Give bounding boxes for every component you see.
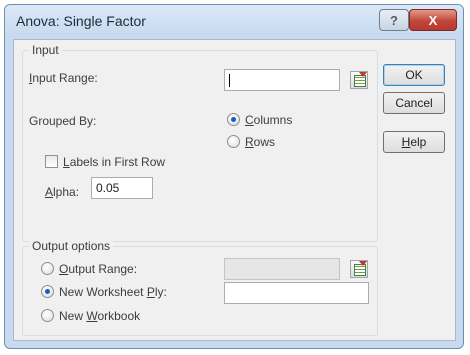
help-button[interactable]: Help [383,131,445,153]
alpha-field[interactable] [91,177,153,199]
ok-button[interactable]: OK [383,64,445,86]
anova-dialog: Anova: Single Factor ? X Input Input Ran… [4,4,464,349]
labels-first-row-checkbox[interactable] [45,155,58,168]
input-group-label: Input [29,43,62,57]
new-workbook-radio[interactable] [41,309,54,322]
output-range-selector-button[interactable] [350,260,368,278]
new-worksheet-ply-label[interactable]: New Worksheet Ply: [59,285,167,299]
new-workbook-label[interactable]: New Workbook [59,309,140,323]
cancel-button[interactable]: Cancel [383,92,445,114]
titlebar-help-button[interactable]: ? [379,9,409,31]
rows-label[interactable]: Rows [245,135,275,149]
input-range-selector-button[interactable] [350,71,368,89]
rows-radio[interactable] [227,135,240,148]
output-options-label: Output options [29,239,114,253]
alpha-label: Alpha: [45,185,80,199]
dialog-title: Anova: Single Factor [16,13,146,29]
columns-radio[interactable] [227,113,240,126]
title-bar[interactable]: Anova: Single Factor ? X [5,5,463,37]
output-options-group: Output options Output Range: New Workshe… [22,239,378,336]
new-worksheet-ply-radio[interactable] [41,285,54,298]
output-range-label[interactable]: Output Range: [59,262,137,276]
input-range-field[interactable] [224,69,340,91]
titlebar-close-button[interactable]: X [409,9,457,31]
grouped-by-label: Grouped By: [29,114,97,128]
output-range-field[interactable] [224,258,340,280]
text-caret [229,74,230,87]
input-group: Input Input Range: Grouped By: Columns R… [22,43,378,242]
columns-label[interactable]: Columns [245,113,292,127]
dialog-body: Input Input Range: Grouped By: Columns R… [13,39,456,341]
help-icon: ? [390,12,398,28]
close-icon: X [428,12,438,28]
input-range-label: Input Range: [29,71,98,85]
labels-first-row-label[interactable]: Labels in First Row [63,155,165,169]
new-worksheet-ply-field[interactable] [224,282,369,304]
output-range-radio[interactable] [41,262,54,275]
